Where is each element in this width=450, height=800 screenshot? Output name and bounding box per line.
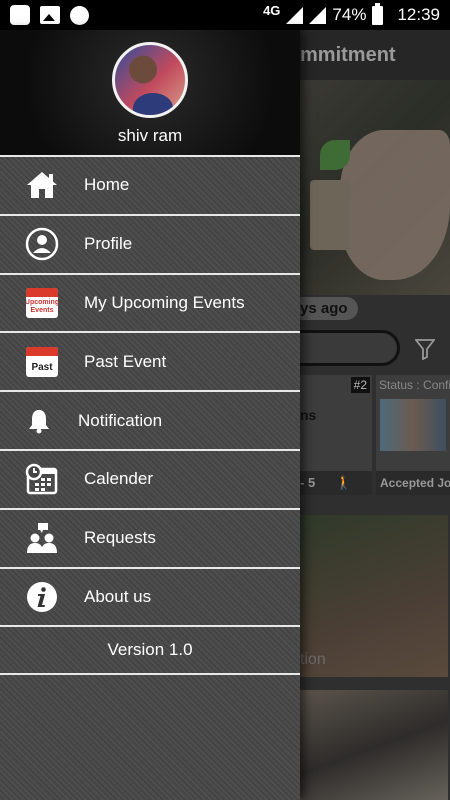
battery-percent: 74%	[332, 5, 367, 24]
time-ago-pill: ys ago	[300, 297, 358, 320]
profile-icon	[0, 227, 84, 261]
image-caption: tion	[300, 651, 326, 668]
event-image-2[interactable]	[300, 690, 448, 800]
drawer-menu: Home Profile Upcoming Events My Upcoming…	[0, 155, 300, 625]
walk-icon: 🚶	[335, 475, 352, 490]
menu-item-calender[interactable]: Calender	[0, 448, 300, 508]
user-name: shiv ram	[117, 126, 183, 145]
background-app[interactable]: mmitment ys ago #2 ns - 5 🚶 Status : Con…	[300, 30, 450, 800]
battery-icon	[372, 2, 384, 25]
home-icon	[0, 170, 84, 200]
status-bar: 4G 74% 12:39	[0, 0, 450, 30]
network-type: 4G	[263, 2, 281, 18]
navigation-drawer: shiv ram Home Profile Upcoming Events My…	[0, 30, 300, 800]
menu-label: Calender	[84, 469, 153, 489]
avatar[interactable]	[112, 42, 188, 118]
app-toolbar-title: mmitment	[300, 30, 450, 80]
notification-square-icon	[10, 5, 30, 25]
menu-item-about-us[interactable]: About us	[0, 566, 300, 626]
menu-item-notification[interactable]: Notification	[0, 390, 300, 449]
drawer-header: shiv ram	[0, 30, 300, 155]
signal-icon-2	[309, 6, 327, 24]
menu-label: Past Event	[84, 351, 167, 371]
menu-label: About us	[84, 586, 152, 606]
hand-graphic	[340, 130, 450, 280]
menu-item-past-event[interactable]: Past Past Event	[0, 331, 300, 390]
event-card-2[interactable]: Status : Confi Accepted Jo	[376, 375, 450, 495]
card-status: Status : Confi	[379, 378, 450, 392]
card-footer-text: - 5	[300, 475, 316, 490]
search-input[interactable]	[300, 330, 400, 366]
requests-icon	[0, 522, 84, 554]
filter-icon[interactable]	[415, 338, 435, 360]
calendar-icon-text: Upcoming Events	[26, 298, 58, 314]
past-calendar-icon: Past	[0, 346, 84, 377]
menu-label: Requests	[84, 528, 156, 548]
calendar-icon-text: Past	[31, 361, 53, 373]
event-image[interactable]: tion	[300, 515, 448, 677]
plant-graphic	[320, 140, 350, 170]
image-notification-icon	[40, 6, 60, 24]
card-title: ns	[300, 407, 317, 423]
bell-icon	[0, 408, 78, 434]
calendar-clock-icon	[0, 463, 84, 495]
info-icon	[0, 581, 84, 613]
menu-label: Home	[84, 175, 130, 195]
signal-icon	[286, 6, 304, 24]
app-version: Version 1.0	[0, 625, 300, 676]
menu-label: My Upcoming Events	[84, 292, 245, 312]
clock: 12:39	[397, 5, 440, 24]
card-footer-2: Accepted Jo	[376, 471, 450, 495]
menu-item-upcoming-events[interactable]: Upcoming Events My Upcoming Events	[0, 272, 300, 332]
event-card[interactable]: #2 ns - 5 🚶	[300, 375, 372, 495]
menu-label: Profile	[84, 234, 133, 254]
card-footer: - 5 🚶	[300, 471, 372, 495]
menu-label: Notification	[78, 410, 163, 430]
card-badge: #2	[350, 377, 370, 393]
coin-stack-graphic	[310, 180, 350, 250]
upcoming-calendar-icon: Upcoming Events	[0, 287, 84, 318]
menu-item-profile[interactable]: Profile	[0, 213, 300, 273]
hero-image	[300, 80, 450, 295]
menu-item-home[interactable]: Home	[0, 155, 300, 214]
card-photo	[380, 399, 446, 451]
menu-item-requests[interactable]: Requests	[0, 507, 300, 567]
circle-notification-icon	[70, 5, 89, 25]
